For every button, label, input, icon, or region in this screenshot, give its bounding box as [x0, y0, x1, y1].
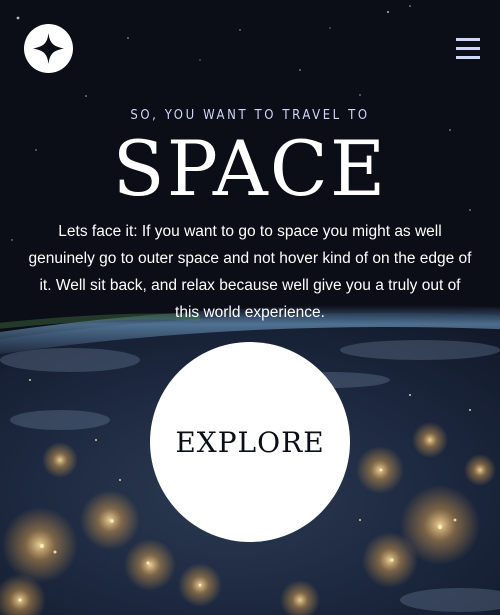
home-page: SO, YOU WANT TO TRAVEL TO SPACE Lets fac…	[0, 0, 500, 615]
hero-description: Lets face it: If you want to go to space…	[28, 223, 472, 321]
explore-button-label: EXPLORE	[175, 425, 325, 459]
hero-eyebrow: SO, YOU WANT TO TRAVEL TO	[130, 108, 370, 123]
page-title: SPACE	[112, 124, 388, 213]
hamburger-menu-icon[interactable]	[456, 38, 480, 59]
explore-button[interactable]: EXPLORE	[150, 342, 350, 542]
logo[interactable]	[24, 24, 73, 73]
star-logo-icon	[33, 33, 64, 64]
